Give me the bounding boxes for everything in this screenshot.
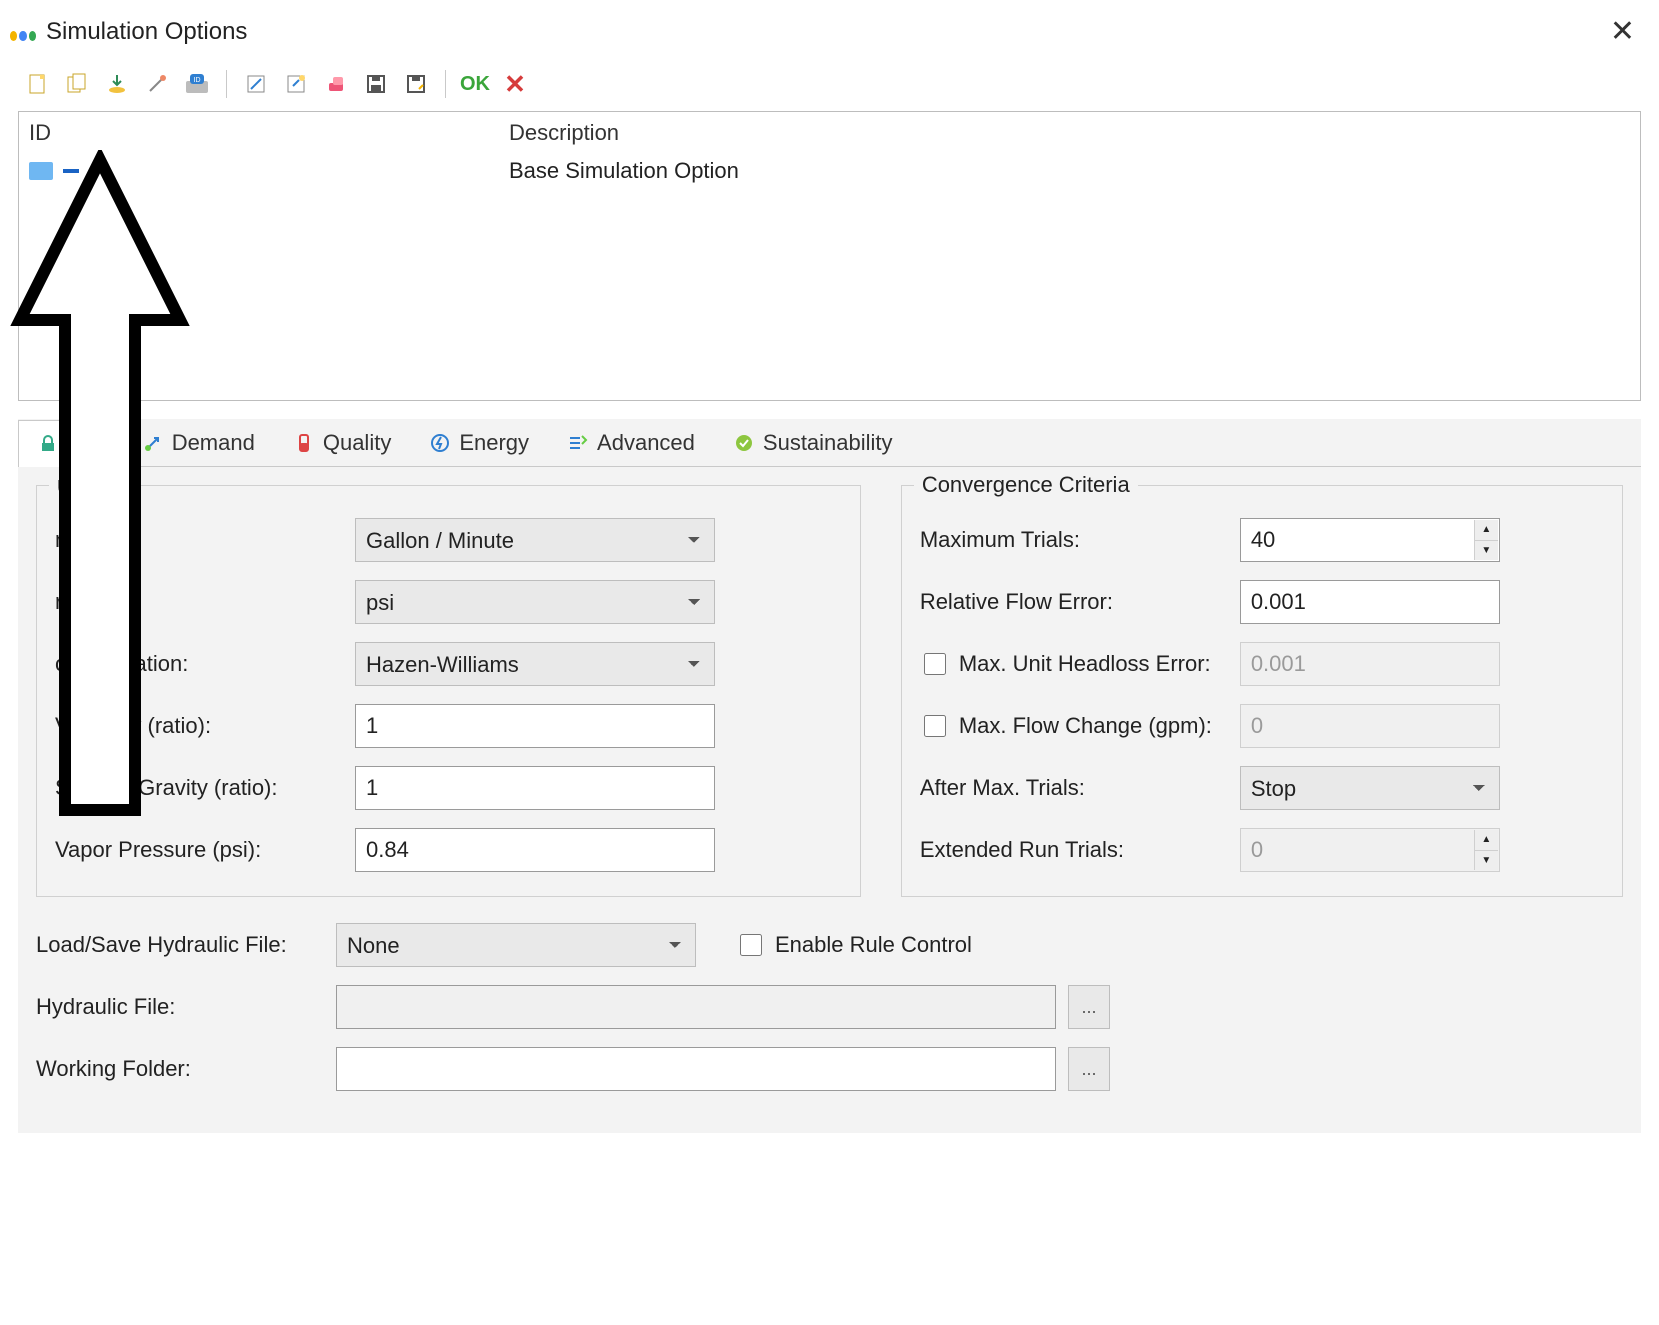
list-row[interactable]: Base Simulation Option — [19, 154, 1640, 188]
options-list[interactable]: ID Description Base Simulation Option — [18, 111, 1641, 401]
after-max-label: After Max. Trials: — [920, 775, 1240, 801]
group-title: ulics — [49, 472, 109, 498]
save-icon[interactable] — [359, 67, 393, 101]
energy-icon — [429, 432, 451, 454]
pressure-unit-select[interactable]: psi — [355, 580, 715, 624]
vapor-pressure-label: Vapor Pressure (psi): — [55, 837, 355, 863]
enable-rule-label: Enable Rule Control — [775, 932, 972, 958]
group-hydraulics: ulics nit: Gallon / Minute re Unit: psi … — [36, 485, 861, 897]
close-button[interactable]: ✕ — [1600, 10, 1645, 53]
quality-icon — [293, 432, 315, 454]
tab-demand[interactable]: Demand — [123, 419, 274, 466]
viscosity-input[interactable] — [355, 704, 715, 748]
max-headloss-input — [1240, 642, 1500, 686]
edit-icon[interactable] — [239, 67, 273, 101]
vapor-pressure-input[interactable] — [355, 828, 715, 872]
demand-icon — [142, 432, 164, 454]
duplicate-icon[interactable] — [60, 67, 94, 101]
window-title: Simulation Options — [46, 18, 247, 46]
toolbar-separator — [445, 70, 446, 98]
hydraulic-file-input — [336, 985, 1056, 1029]
working-folder-input[interactable] — [336, 1047, 1056, 1091]
max-trials-input[interactable] — [1240, 518, 1500, 562]
titlebar: Simulation Options ✕ — [0, 0, 1659, 61]
ok-button[interactable]: OK — [458, 67, 492, 101]
relative-flow-label: Relative Flow Error: — [920, 589, 1240, 615]
toolbar-separator — [226, 70, 227, 98]
tab-label: Sustainability — [763, 430, 893, 456]
extended-run-input — [1240, 828, 1500, 872]
app-icon — [10, 23, 36, 41]
tab-label: Energy — [459, 430, 529, 456]
new-icon[interactable] — [20, 67, 54, 101]
tabs: eral Demand Quality Energy Advanced Sust… — [18, 419, 1641, 466]
row-id — [63, 169, 79, 173]
extended-run-label: Extended Run Trials: — [920, 837, 1240, 863]
browse-working-folder-button[interactable]: ... — [1068, 1047, 1110, 1091]
enable-rule-checkbox[interactable] — [740, 934, 762, 956]
id-badge-icon[interactable]: ID — [180, 67, 214, 101]
viscosity-label: Viscosity (ratio): — [55, 713, 355, 739]
load-save-select[interactable]: None — [336, 923, 696, 967]
tab-general[interactable]: eral — [18, 420, 123, 467]
tab-advanced[interactable]: Advanced — [548, 419, 714, 466]
max-flow-change-label: Max. Flow Change (gpm): — [959, 713, 1212, 739]
max-headloss-checkbox[interactable] — [924, 653, 946, 675]
specific-gravity-input[interactable] — [355, 766, 715, 810]
group-convergence: Convergence Criteria Maximum Trials: ▲▼ … — [901, 485, 1623, 897]
max-flow-change-input — [1240, 704, 1500, 748]
folder-icon — [29, 162, 53, 180]
lock-icon — [37, 433, 59, 455]
relative-flow-input[interactable] — [1240, 580, 1500, 624]
tab-sustainability[interactable]: Sustainability — [714, 419, 912, 466]
tab-quality[interactable]: Quality — [274, 419, 410, 466]
headloss-label: oss Equation: — [55, 651, 355, 677]
browse-hydraulic-file-button[interactable]: ... — [1068, 985, 1110, 1029]
save-as-icon[interactable] — [399, 67, 433, 101]
specific-gravity-label: Specific Gravity (ratio): — [55, 775, 355, 801]
spinner[interactable]: ▲▼ — [1474, 520, 1498, 560]
col-id-header: ID — [29, 120, 509, 146]
tab-label: Demand — [172, 430, 255, 456]
list-header: ID Description — [19, 112, 1640, 154]
advanced-icon — [567, 432, 589, 454]
row-desc: Base Simulation Option — [509, 158, 739, 184]
edit-new-icon[interactable] — [279, 67, 313, 101]
load-save-label: Load/Save Hydraulic File: — [36, 932, 336, 958]
svg-text:ID: ID — [194, 77, 201, 84]
headloss-select[interactable]: Hazen-Williams — [355, 642, 715, 686]
flow-unit-label: nit: — [55, 527, 355, 553]
max-headloss-label: Max. Unit Headloss Error: — [959, 651, 1211, 677]
working-folder-label: Working Folder: — [36, 1056, 336, 1082]
import-icon[interactable] — [100, 67, 134, 101]
max-flow-change-checkbox[interactable] — [924, 715, 946, 737]
col-desc-header: Description — [509, 120, 619, 146]
flow-unit-select[interactable]: Gallon / Minute — [355, 518, 715, 562]
max-trials-label: Maximum Trials: — [920, 527, 1240, 553]
sustainability-icon — [733, 432, 755, 454]
cancel-button[interactable]: ✕ — [498, 67, 532, 101]
tab-body-general: ulics nit: Gallon / Minute re Unit: psi … — [18, 466, 1641, 1133]
tab-label: Quality — [323, 430, 391, 456]
hydraulic-file-label: Hydraulic File: — [36, 994, 336, 1020]
bottom-section: Load/Save Hydraulic File: None Enable Ru… — [36, 923, 1623, 1091]
spinner: ▲▼ — [1474, 830, 1498, 870]
pressure-unit-label: re Unit: — [55, 589, 355, 615]
tab-energy[interactable]: Energy — [410, 419, 548, 466]
tab-label: eral — [67, 431, 104, 457]
tab-label: Advanced — [597, 430, 695, 456]
toolbar: ID OK ✕ — [0, 61, 1659, 111]
erase-icon[interactable] — [319, 67, 353, 101]
after-max-select[interactable]: Stop — [1240, 766, 1500, 810]
wand-icon[interactable] — [140, 67, 174, 101]
group-title: Convergence Criteria — [914, 472, 1138, 498]
